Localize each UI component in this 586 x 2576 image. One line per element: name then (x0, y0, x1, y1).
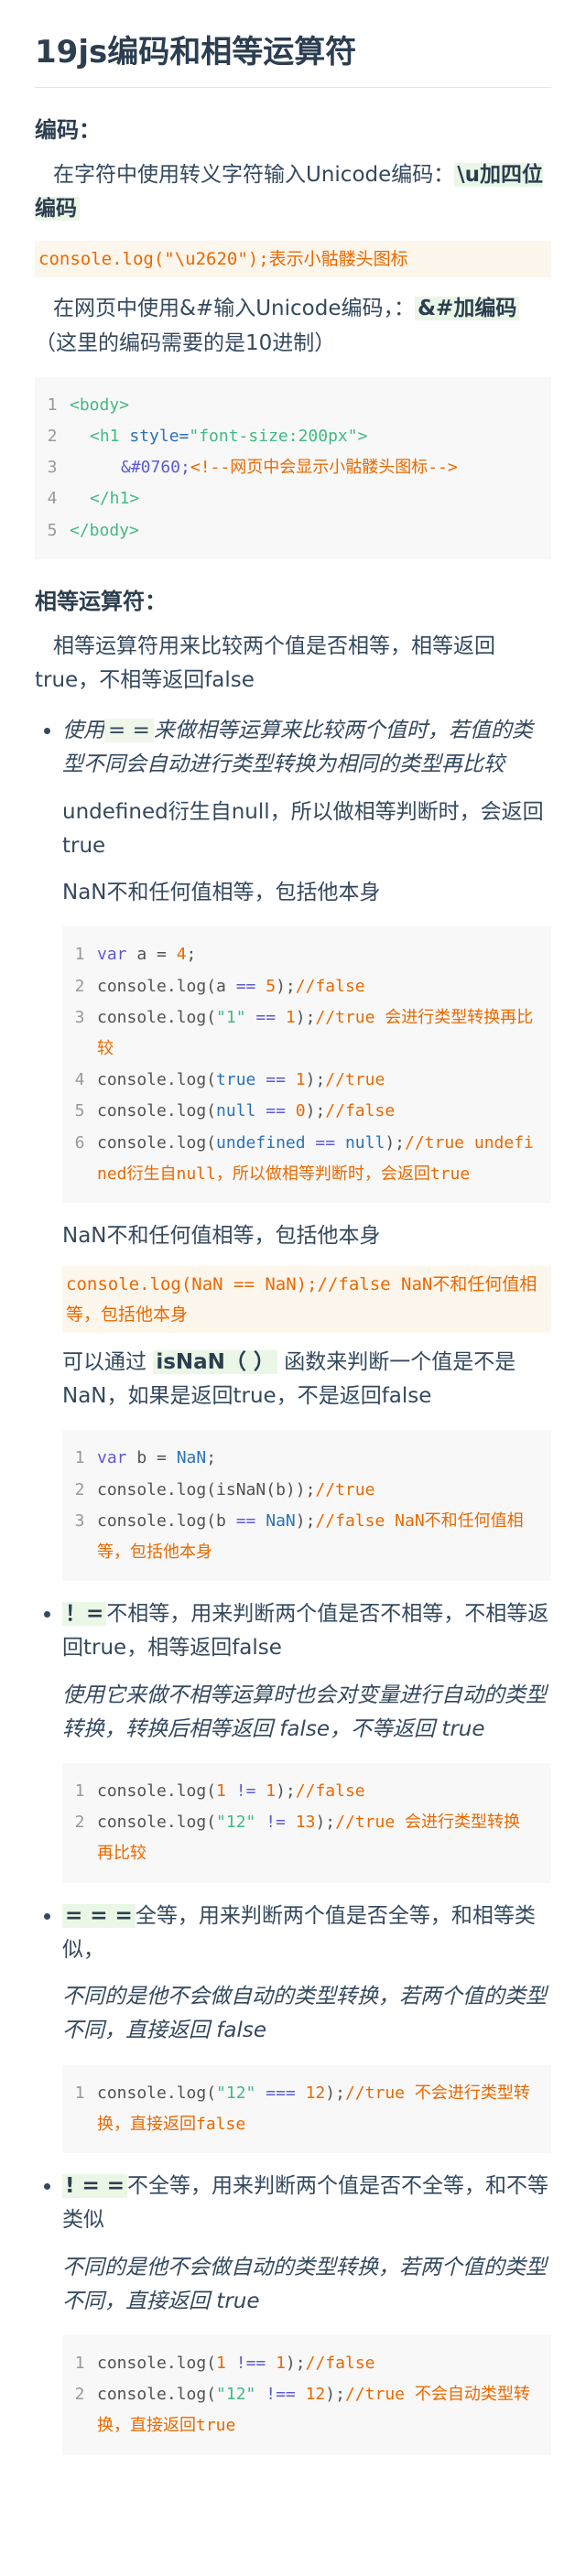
code-line: 1 console.log(1 != 1);//false (62, 1776, 540, 1807)
line-number: 1 (74, 1781, 85, 1802)
list-item-equal: 使用= =来做相等运算来比较两个值时，若值的类型不同会自动进行类型转换为相同的类… (62, 714, 551, 1582)
paragraph-nan-repeat: NaN不和任何值相等，包括他本身 (62, 1223, 381, 1248)
code-string: "font-size:200px" (189, 426, 358, 446)
line-number: 6 (74, 1132, 85, 1153)
emphasis-text: 不同的是他不会做自动的类型转换，若两个值的类型不同，直接返回 true (62, 2255, 547, 2313)
code-tag: > (357, 426, 368, 446)
line-number: 3 (74, 1510, 85, 1531)
code-tag: </h1> (90, 489, 140, 509)
code-block-strict-not-equal: 1 console.log(1 !== 1);//false 2 console… (62, 2335, 551, 2455)
code-comment: //true (315, 1479, 375, 1499)
line-number: 2 (47, 426, 58, 446)
code-tag: <h1 (90, 426, 120, 446)
line-number: 1 (74, 2083, 85, 2103)
highlight-operator: = = = (62, 1903, 136, 1928)
paragraph-nan: NaN不和任何值相等，包括他本身 (62, 881, 381, 905)
code-line: 3 &#0760;<!--网页中会显示小骷髅头图标--> (35, 452, 540, 483)
code-block-equal: 1 var a = 4; 2 console.log(a == 5);//fal… (62, 926, 551, 1203)
paragraph-undefined-null: undefined衍生自null，所以做相等判断时，会返回true (62, 799, 544, 858)
code-line: 2 <h1 style="font-size:200px"> (35, 421, 540, 452)
paragraph-equality-intro: 相等运算符用来比较两个值是否相等，相等返回true，不相等返回false (35, 633, 495, 692)
line-number: 2 (74, 1479, 85, 1499)
inline-code-skull: console.log("\u2620");表示小骷髅头图标 (35, 241, 551, 278)
article: 19js编码和相等运算符 编码： 在字符中使用转义字符输入Unicode编码： \… (0, 0, 586, 2527)
line-number: 3 (74, 1007, 85, 1027)
paragraph-unicode-escape: 在字符中使用转义字符输入Unicode编码： \u加四位编码 (35, 158, 551, 227)
code-line: 2 console.log("12" != 13);//true 会进行类型转换… (62, 1807, 540, 1869)
highlight-html-entity: &#加编码 (414, 297, 520, 321)
code-line: 1 console.log("12" === 12);//true 不会进行类型… (62, 2078, 540, 2140)
code-line: 2 console.log(isNaN(b));//true (62, 1475, 540, 1506)
line-number: 4 (74, 1070, 85, 1090)
highlight-operator: = = (104, 719, 154, 743)
section-heading-equality: 相等运算符： (35, 588, 167, 614)
code-line: 5 </body> (35, 515, 540, 547)
highlight-operator: ! = = (62, 2174, 128, 2199)
code-attr: style= (119, 426, 190, 446)
code-line: 4 console.log(true == 1);//true (62, 1065, 540, 1096)
paragraph-text: 在网页中使用&#输入Unicode编码，： (53, 297, 415, 321)
inline-code-nan: console.log(NaN == NaN);//false NaN不和任何值… (62, 1266, 551, 1333)
paragraph-note: （这里的编码需要的是10进制） (35, 330, 336, 355)
paragraph-html-entity: 在网页中使用&#输入Unicode编码，： &#加编码 （这里的编码需要的是10进… (35, 292, 551, 361)
code-block-strict-equal: 1 console.log("12" === 12);//true 不会进行类型… (62, 2064, 551, 2154)
code-block-html: 1 <body> 2 <h1 style="font-size:200px"> … (35, 376, 551, 559)
code-comment: //false (295, 1781, 365, 1802)
code-comment: <!--网页中会显示小骷髅头图标--> (190, 458, 458, 478)
code-block-isnan: 1 var b = NaN; 2 console.log(isNaN(b));/… (62, 1430, 551, 1582)
code-comment: //false (305, 2354, 375, 2374)
code-line: 4 </h1> (35, 483, 540, 514)
code-line: 1 var a = 4; (62, 939, 540, 970)
code-line: 6 console.log(undefined == null);//true … (62, 1128, 540, 1190)
code-line: 2 console.log(a == 5);//false (62, 971, 540, 1002)
emphasis-text: 不同的是他不会做自动的类型转换，若两个值的类型不同，直接返回 false (62, 1985, 547, 2043)
page-title: 19js编码和相等运算符 (35, 33, 551, 88)
line-number: 3 (47, 458, 58, 478)
code-line: 1 var b = NaN; (62, 1443, 540, 1474)
line-number: 5 (47, 520, 58, 540)
code-line: 5 console.log(null == 0);//false (62, 1096, 540, 1127)
line-number: 1 (74, 1448, 85, 1468)
code-line: 3 console.log(b == NaN);//false NaN不和任何值… (62, 1506, 540, 1568)
code-line: 3 console.log("1" == 1);//true 会进行类型转换再比… (62, 1002, 540, 1065)
paragraph-text: 在字符中使用转义字符输入Unicode编码： (53, 162, 455, 187)
emphasis-text: 使用 = = 来做相等运算来比较两个值时，若值的类型不同会自动进行类型转换为相同的类… (62, 719, 533, 777)
highlight-operator: ！= (62, 1602, 107, 1627)
code-comment: //false (295, 976, 365, 996)
list-item-strict-equal: = = =全等，用来判断两个值是否全等，和相等类似， 不同的是他不会做自动的类型… (62, 1900, 551, 2154)
list-item-strict-not-equal: ! = =不全等，用来判断两个值是否不全等，和不等类似 不同的是他不会做自动的类… (62, 2170, 551, 2455)
emphasis-text: 使用它来做不相等运算时也会对变量进行自动的类型转换，转换后相等返回 false，… (62, 1683, 547, 1741)
code-block-not-equal: 1 console.log(1 != 1);//false 2 console.… (62, 1763, 551, 1883)
code-entity: &#0760; (121, 458, 190, 478)
line-number: 1 (74, 2354, 85, 2374)
paragraph-isnan: 可以通过 isNaN（ ） 函数来判断一个值是不是NaN，如果是返回true，不… (62, 1349, 516, 1409)
code-tag: </body> (70, 520, 139, 540)
list-item-not-equal: ！=不相等，用来判断两个值是否不相等，不相等返回true，相等返回false 使… (62, 1597, 551, 1883)
code-comment: //false (325, 1101, 396, 1121)
code-line: 2 console.log("12" !== 12);//true 不会自动类型… (62, 2379, 540, 2441)
line-number: 2 (74, 1813, 85, 1833)
code-comment: //true (325, 1070, 385, 1090)
code-line: 1 console.log(1 !== 1);//false (62, 2348, 540, 2379)
line-number: 1 (47, 395, 58, 415)
highlight-isnan: isNaN（ ） (153, 1349, 277, 1374)
line-number: 1 (74, 945, 85, 965)
line-number: 5 (74, 1101, 85, 1121)
section-heading-encoding: 编码： (35, 116, 101, 143)
code-tag: <body> (70, 395, 130, 415)
operator-list: 使用= =来做相等运算来比较两个值时，若值的类型不同会自动进行类型转换为相同的类… (35, 714, 551, 2455)
line-number: 4 (47, 489, 58, 509)
code-line: 1 <body> (35, 390, 540, 421)
line-number: 2 (74, 2385, 85, 2405)
line-number: 2 (74, 976, 85, 996)
